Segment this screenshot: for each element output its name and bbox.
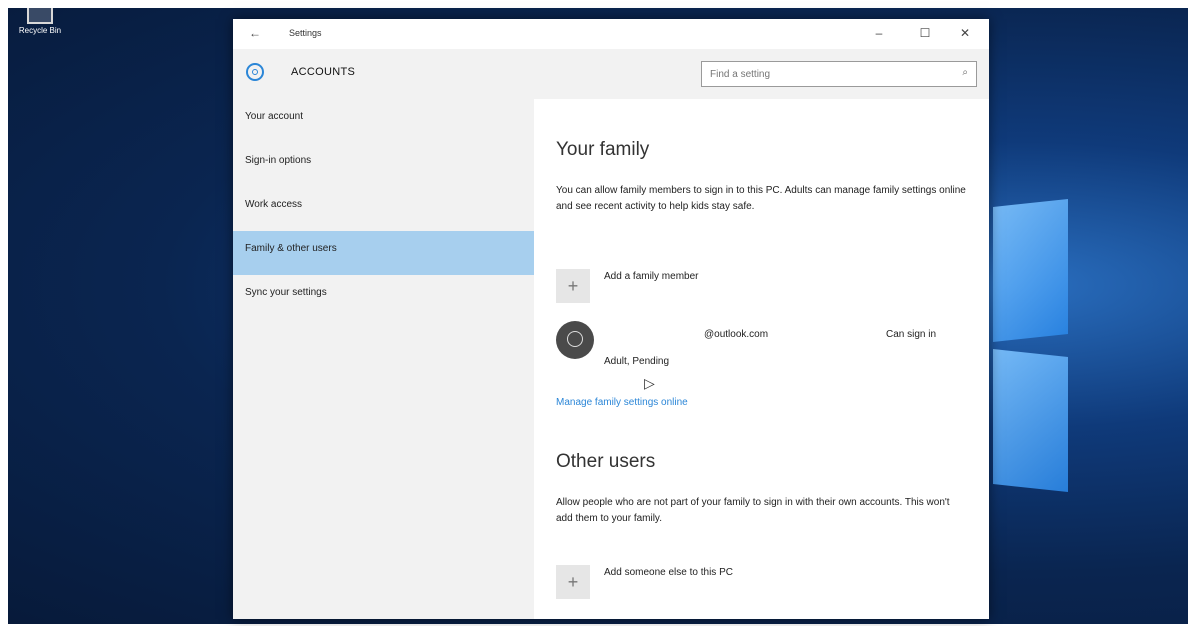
sidebar-item-sync-settings[interactable]: Sync your settings	[233, 275, 534, 319]
member-role: Adult, Pending	[604, 356, 670, 367]
sidebar-item-work-access[interactable]: Work access	[233, 187, 534, 231]
other-users-description: Allow people who are not part of your fa…	[556, 497, 950, 524]
maximize-button[interactable]: ☐	[915, 26, 935, 40]
window-title: Settings	[289, 28, 322, 38]
recycle-bin-label: Recycle Bin	[18, 26, 62, 35]
gear-icon	[246, 63, 264, 81]
search-box[interactable]: ⌕	[701, 61, 977, 87]
plus-icon[interactable]: +	[556, 269, 590, 303]
accounts-header: ACCOUNTS ⌕	[233, 49, 989, 99]
sidebar-item-label: Work access	[245, 199, 303, 210]
member-email: @outlook.com	[704, 329, 769, 340]
minimize-button[interactable]: –	[869, 26, 889, 40]
back-arrow-icon[interactable]: ←	[249, 26, 261, 40]
sidebar-item-label: Your account	[245, 111, 304, 122]
sidebar-item-sign-in-options[interactable]: Sign-in options	[233, 143, 534, 187]
recycle-bin-icon	[27, 8, 53, 24]
settings-window: ← Settings – ☐ ✕ ACCOUNTS ⌕ Your account…	[233, 19, 989, 619]
sidebar: Your account Sign-in options Work access…	[233, 99, 534, 619]
page-heading: ACCOUNTS	[291, 66, 356, 78]
add-family-member-button[interactable]: Add a family member	[604, 271, 698, 282]
main-content: Your family You can allow family members…	[534, 99, 989, 619]
plus-icon[interactable]: +	[556, 565, 590, 599]
sidebar-item-label: Sync your settings	[245, 287, 327, 298]
mouse-cursor-icon: ▷	[644, 375, 655, 391]
windows-logo-pane	[993, 199, 1068, 342]
sidebar-item-family-other-users[interactable]: Family & other users	[233, 231, 534, 275]
sidebar-item-label: Family & other users	[245, 243, 337, 254]
search-icon[interactable]: ⌕	[962, 67, 968, 78]
sidebar-item-your-account[interactable]: Your account	[233, 99, 534, 143]
close-button[interactable]: ✕	[955, 26, 975, 40]
title-bar: ← Settings – ☐ ✕	[233, 19, 989, 49]
person-icon	[567, 331, 583, 347]
family-description: You can allow family members to sign in …	[556, 185, 966, 212]
member-status: Can sign in	[886, 329, 937, 340]
search-input[interactable]	[708, 62, 942, 86]
sidebar-item-label: Sign-in options	[245, 155, 312, 166]
manage-family-link[interactable]: Manage family settings online	[556, 397, 688, 408]
family-section-title: Your family	[556, 139, 650, 160]
other-users-section-title: Other users	[556, 451, 656, 472]
add-someone-else-button[interactable]: Add someone else to this PC	[604, 567, 733, 578]
avatar	[556, 321, 594, 359]
windows-logo-pane	[993, 349, 1068, 492]
recycle-bin[interactable]: Recycle Bin	[10, 8, 70, 35]
